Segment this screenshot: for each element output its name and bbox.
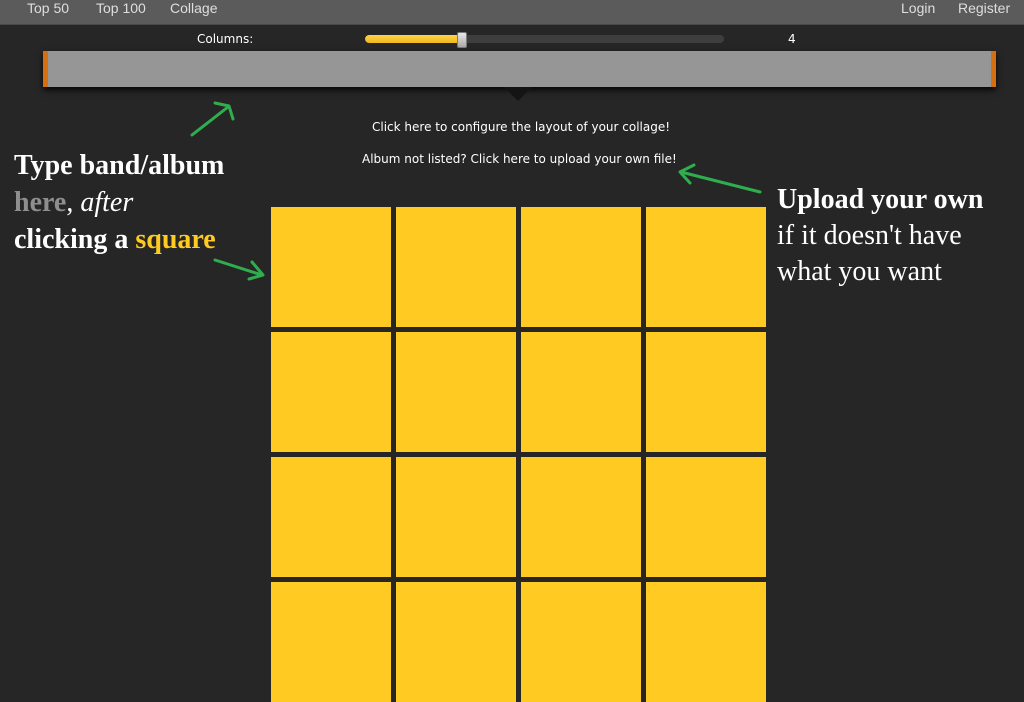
collage-square[interactable] xyxy=(271,207,391,327)
arrow-to-search-box xyxy=(190,101,235,137)
arrow-to-upload-link xyxy=(678,163,762,194)
collage-square[interactable] xyxy=(521,582,641,702)
collage-grid xyxy=(271,207,766,702)
collage-square[interactable] xyxy=(396,457,516,577)
collage-square[interactable] xyxy=(646,207,766,327)
collage-square[interactable] xyxy=(646,582,766,702)
collage-square[interactable] xyxy=(271,332,391,452)
collage-square[interactable] xyxy=(396,582,516,702)
collage-square[interactable] xyxy=(646,332,766,452)
arrow-to-grid xyxy=(213,258,265,281)
collage-square[interactable] xyxy=(521,457,641,577)
collage-square[interactable] xyxy=(521,207,641,327)
collage-square[interactable] xyxy=(396,332,516,452)
collage-square[interactable] xyxy=(271,582,391,702)
collage-square[interactable] xyxy=(271,457,391,577)
collage-square[interactable] xyxy=(396,207,516,327)
collage-square[interactable] xyxy=(646,457,766,577)
collage-square[interactable] xyxy=(521,332,641,452)
